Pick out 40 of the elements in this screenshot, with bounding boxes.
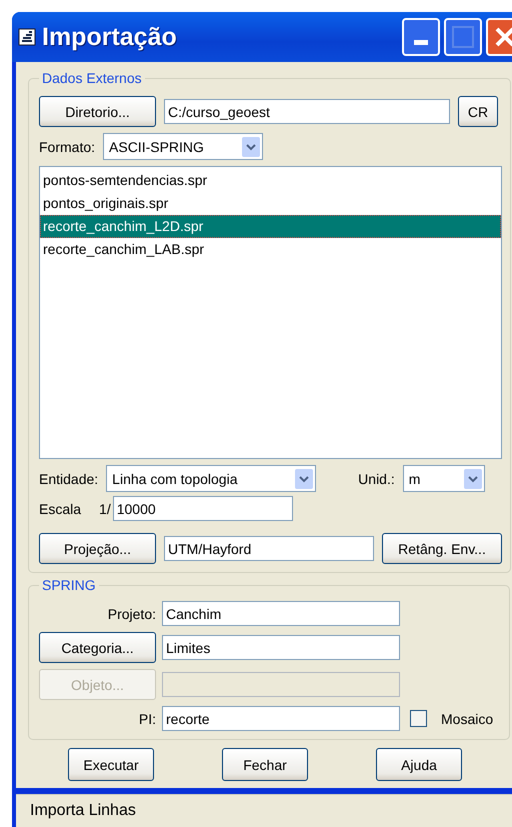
field-label: Projeto: <box>108 606 156 622</box>
minimize-button[interactable] <box>402 18 440 56</box>
rectangle-button[interactable]: Retâng. Env... <box>382 533 502 564</box>
entity-label: Entidade: <box>39 470 98 486</box>
unit-label: Unid.: <box>358 470 395 486</box>
file-item[interactable]: pontos_originais.spr <box>40 192 501 215</box>
minimize-icon <box>414 40 428 46</box>
close-icon <box>494 26 512 48</box>
input-field[interactable]: Limites <box>162 635 400 660</box>
scale-label: Escala <box>39 500 82 516</box>
format-dropdown[interactable]: ASCII-SPRING <box>103 133 264 160</box>
app-icon <box>18 28 36 46</box>
maximize-button[interactable] <box>444 18 482 56</box>
file-item[interactable]: recorte_canchim_L2D.spr <box>40 215 501 238</box>
action-button[interactable]: Fechar <box>222 748 308 781</box>
action-button[interactable]: Ajuda <box>376 748 462 781</box>
status-text: Importa Linhas <box>30 802 136 820</box>
format-label: Formato: <box>39 138 96 154</box>
directory-field[interactable]: C:/curso_geoest <box>164 99 450 124</box>
scale-prefix: 1/ <box>99 500 111 516</box>
field-label: PI: <box>138 710 156 726</box>
file-item[interactable]: pontos-semtendencias.spr <box>40 169 501 192</box>
maximize-icon <box>452 26 474 48</box>
input-field[interactable]: Canchim <box>162 601 400 626</box>
unit-dropdown[interactable]: m <box>402 465 485 492</box>
group-legend: Dados Externos <box>39 70 145 86</box>
file-item[interactable]: recorte_canchim_LAB.spr <box>40 238 501 261</box>
cr-button[interactable]: CR <box>458 96 498 127</box>
scale-field[interactable]: 10000 <box>112 496 293 521</box>
mosaic-checkbox[interactable] <box>410 710 427 727</box>
category-button[interactable]: Categoria... <box>39 632 156 663</box>
projection-field[interactable]: UTM/Hayford <box>164 536 374 561</box>
group-legend: SPRING <box>39 577 99 593</box>
mosaic-label: Mosaico <box>441 710 494 726</box>
projection-button[interactable]: Projeção... <box>39 533 156 564</box>
window-title: Importação <box>42 22 178 52</box>
input-field[interactable]: recorte <box>162 706 400 731</box>
entity-dropdown[interactable]: Linha com topologia <box>106 465 316 492</box>
action-button[interactable]: Executar <box>68 748 154 781</box>
directory-button[interactable]: Diretorio... <box>39 96 156 127</box>
